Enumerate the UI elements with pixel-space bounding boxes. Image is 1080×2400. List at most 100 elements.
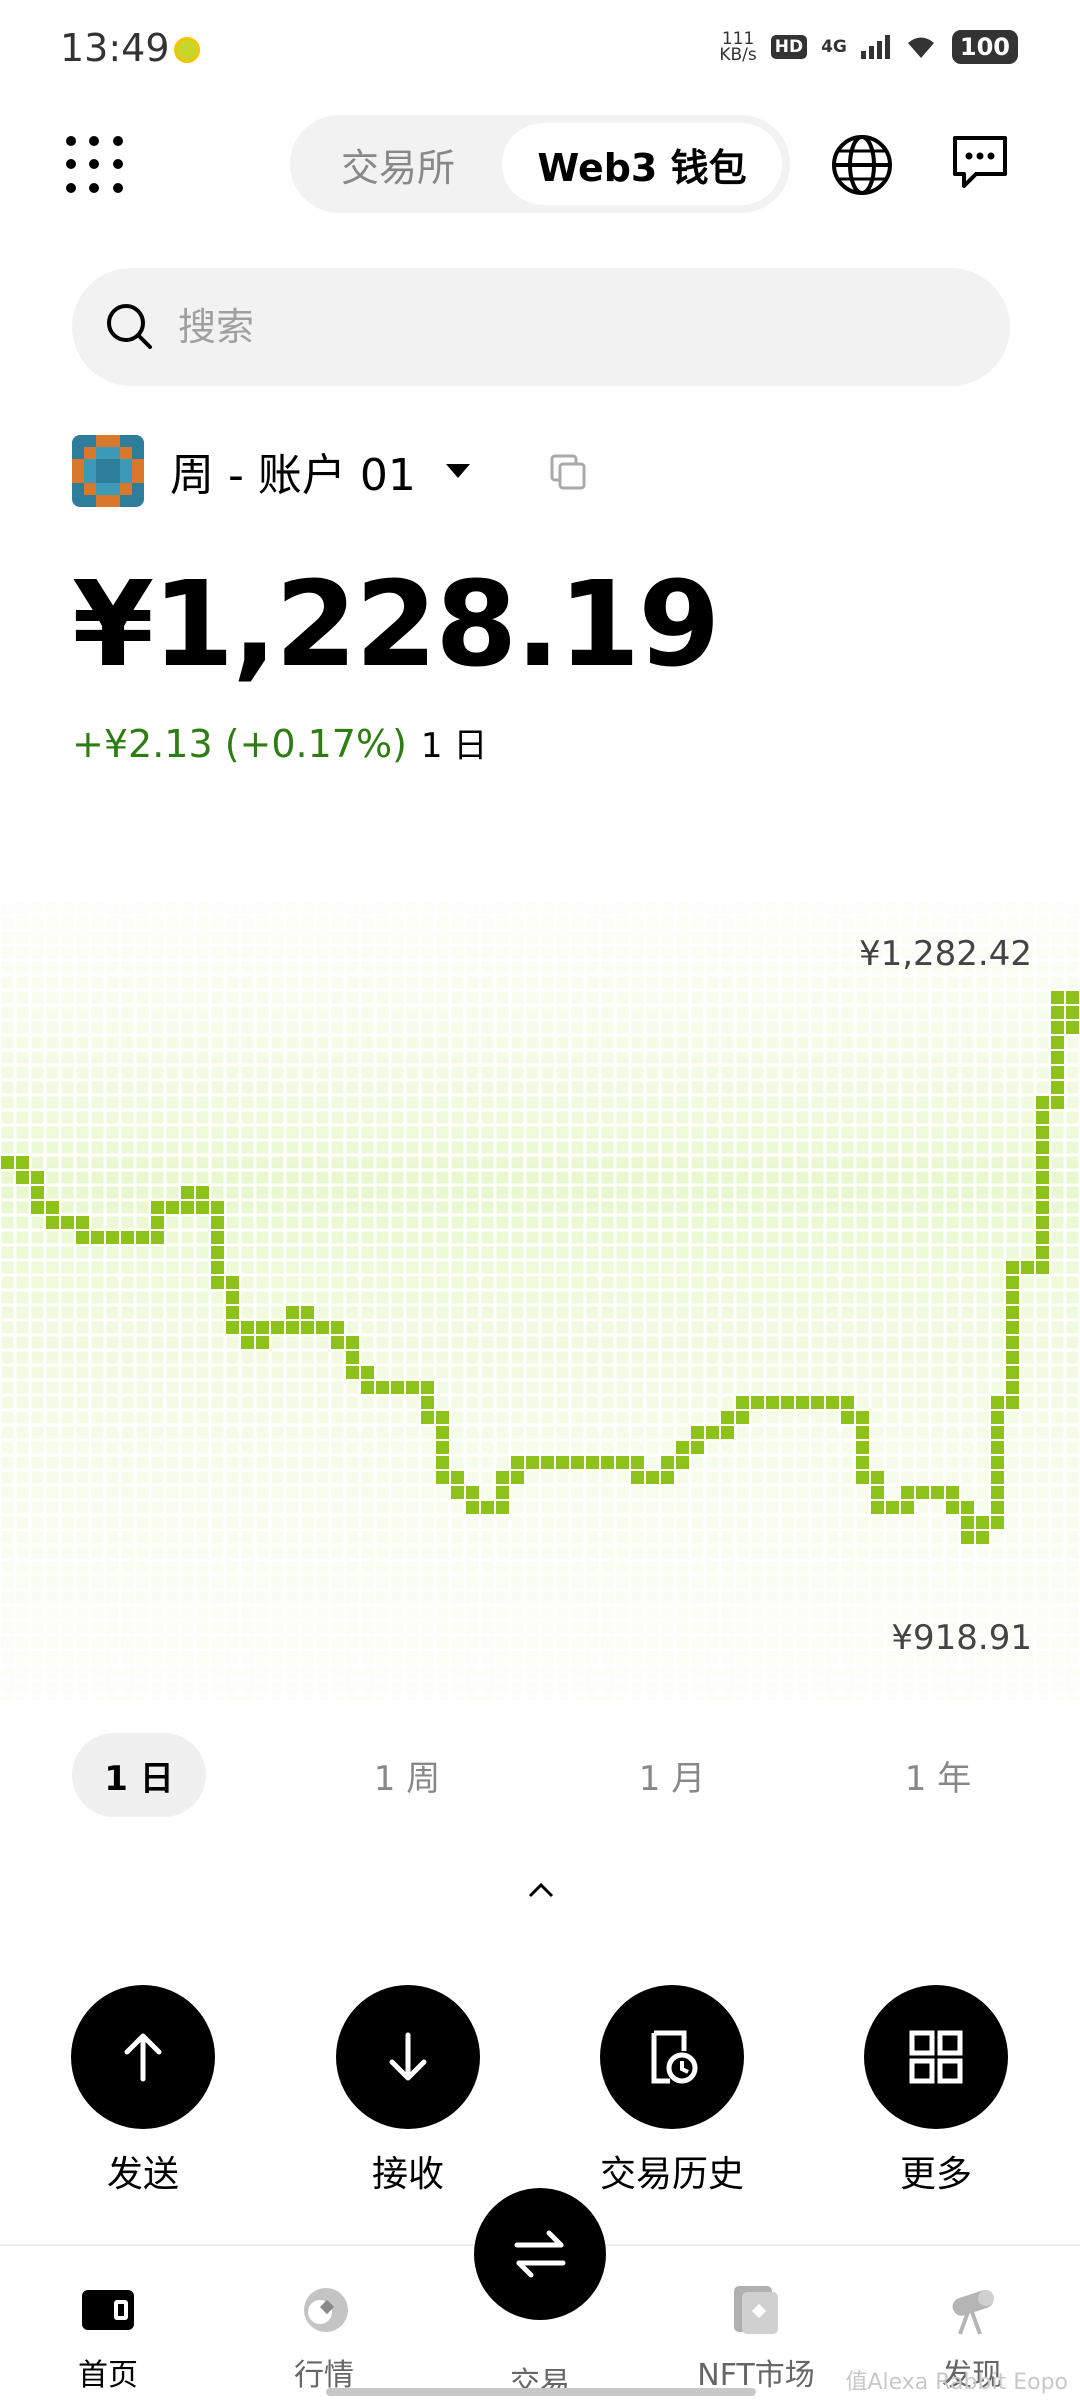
chart-point [1051, 1021, 1064, 1034]
nav-market[interactable]: 行情 [244, 2282, 404, 2394]
market-icon [304, 2288, 348, 2332]
chart-point [421, 1411, 434, 1424]
period-1y[interactable]: 1 年 [868, 1733, 1008, 1817]
chart-point [226, 1306, 239, 1319]
chart-point [76, 1231, 89, 1244]
chart-point [1051, 991, 1064, 1004]
chart-point [631, 1471, 644, 1484]
chart-point [991, 1516, 1004, 1529]
chevron-up-icon[interactable] [526, 1880, 556, 1900]
chart-point [466, 1486, 479, 1499]
message-icon[interactable] [950, 132, 1010, 192]
chart-point [1036, 1141, 1049, 1154]
chart-point [946, 1501, 959, 1514]
chart-point [616, 1456, 629, 1469]
balance-chart[interactable] [0, 900, 1080, 1700]
receive-button[interactable]: 接收 [308, 1985, 508, 2197]
chart-point [991, 1501, 1004, 1514]
nav-home[interactable]: 首页 [28, 2282, 188, 2394]
globe-icon[interactable] [830, 133, 894, 197]
account-selector[interactable]: 周 - 账户 01 [72, 435, 470, 507]
chart-point [1006, 1261, 1019, 1274]
mode-switch: 交易所 Web3 钱包 [290, 115, 790, 213]
chart-point [181, 1201, 194, 1214]
chart-point [931, 1486, 944, 1499]
chart-point [661, 1471, 674, 1484]
chart-point [1036, 1171, 1049, 1184]
chart-point [1051, 1006, 1064, 1019]
chart-point [1036, 1156, 1049, 1169]
chart-point [271, 1321, 284, 1334]
chart-point [571, 1456, 584, 1469]
chart-point [961, 1501, 974, 1514]
wifi-icon [907, 37, 934, 58]
status-bar: 13:49 111 KB/s HD 4G 100 [0, 0, 1080, 100]
chart-point [901, 1501, 914, 1514]
chart-point [676, 1456, 689, 1469]
chart-point [376, 1381, 389, 1394]
chart-point [1051, 1066, 1064, 1079]
chart-point [751, 1396, 764, 1409]
chart-point [1006, 1321, 1019, 1334]
tab-web3-wallet[interactable]: Web3 钱包 [502, 123, 782, 205]
balance-change: +¥2.13 (+0.17%) 1 日 [72, 718, 487, 767]
chart-point [256, 1321, 269, 1334]
chart-point [361, 1381, 374, 1394]
chart-point [1006, 1351, 1019, 1364]
chart-point [106, 1231, 119, 1244]
chart-point [136, 1231, 149, 1244]
tab-exchange[interactable]: 交易所 [298, 123, 498, 205]
chart-point [46, 1201, 59, 1214]
chart-svg [0, 900, 1080, 1700]
chart-point [736, 1411, 749, 1424]
period-1d[interactable]: 1 日 [72, 1733, 206, 1817]
chart-point [991, 1456, 1004, 1469]
chart-point [481, 1501, 494, 1514]
change-value: +¥2.13 (+0.17%) [72, 722, 407, 766]
chart-point [841, 1396, 854, 1409]
chart-point [211, 1261, 224, 1274]
chart-point [211, 1246, 224, 1259]
change-period: 1 日 [420, 726, 488, 766]
status-time: 13:49 [60, 26, 170, 70]
network-speed: 111 KB/s [719, 29, 757, 65]
chart-point [226, 1291, 239, 1304]
copy-icon[interactable] [548, 452, 588, 492]
chart-point [676, 1441, 689, 1454]
search-bar[interactable] [72, 268, 1010, 386]
chart-point [211, 1231, 224, 1244]
chart-point [121, 1231, 134, 1244]
search-input[interactable] [178, 305, 878, 349]
more-button[interactable]: 更多 [836, 1985, 1036, 2197]
chart-point [421, 1381, 434, 1394]
chart-point [766, 1396, 779, 1409]
chart-point [346, 1336, 359, 1349]
swap-button[interactable] [474, 2188, 606, 2320]
period-1m[interactable]: 1 月 [602, 1733, 742, 1817]
account-avatar [72, 435, 144, 507]
grid-menu-icon[interactable] [66, 136, 126, 196]
send-label: 发送 [106, 2154, 179, 2195]
chart-point [1036, 1231, 1049, 1244]
chart-point [151, 1201, 164, 1214]
chart-point [256, 1336, 269, 1349]
history-button[interactable]: 交易历史 [572, 1985, 772, 2197]
chart-point [976, 1531, 989, 1544]
chart-point [1066, 1021, 1079, 1034]
chart-point [526, 1456, 539, 1469]
chart-point [1006, 1396, 1019, 1409]
more-label: 更多 [899, 2154, 972, 2195]
chart-point [631, 1456, 644, 1469]
wallet-icon [82, 2290, 134, 2330]
history-icon [651, 2030, 698, 2084]
chart-point [871, 1471, 884, 1484]
chart-point [991, 1471, 1004, 1484]
period-1w[interactable]: 1 周 [337, 1733, 477, 1817]
chart-point [331, 1321, 344, 1334]
send-button[interactable]: 发送 [43, 1985, 243, 2197]
home-indicator[interactable] [326, 2388, 756, 2396]
chart-point [1036, 1126, 1049, 1139]
chart-point [1036, 1201, 1049, 1214]
nav-nft-market[interactable]: NFT市场 [676, 2282, 836, 2394]
chart-point [301, 1306, 314, 1319]
